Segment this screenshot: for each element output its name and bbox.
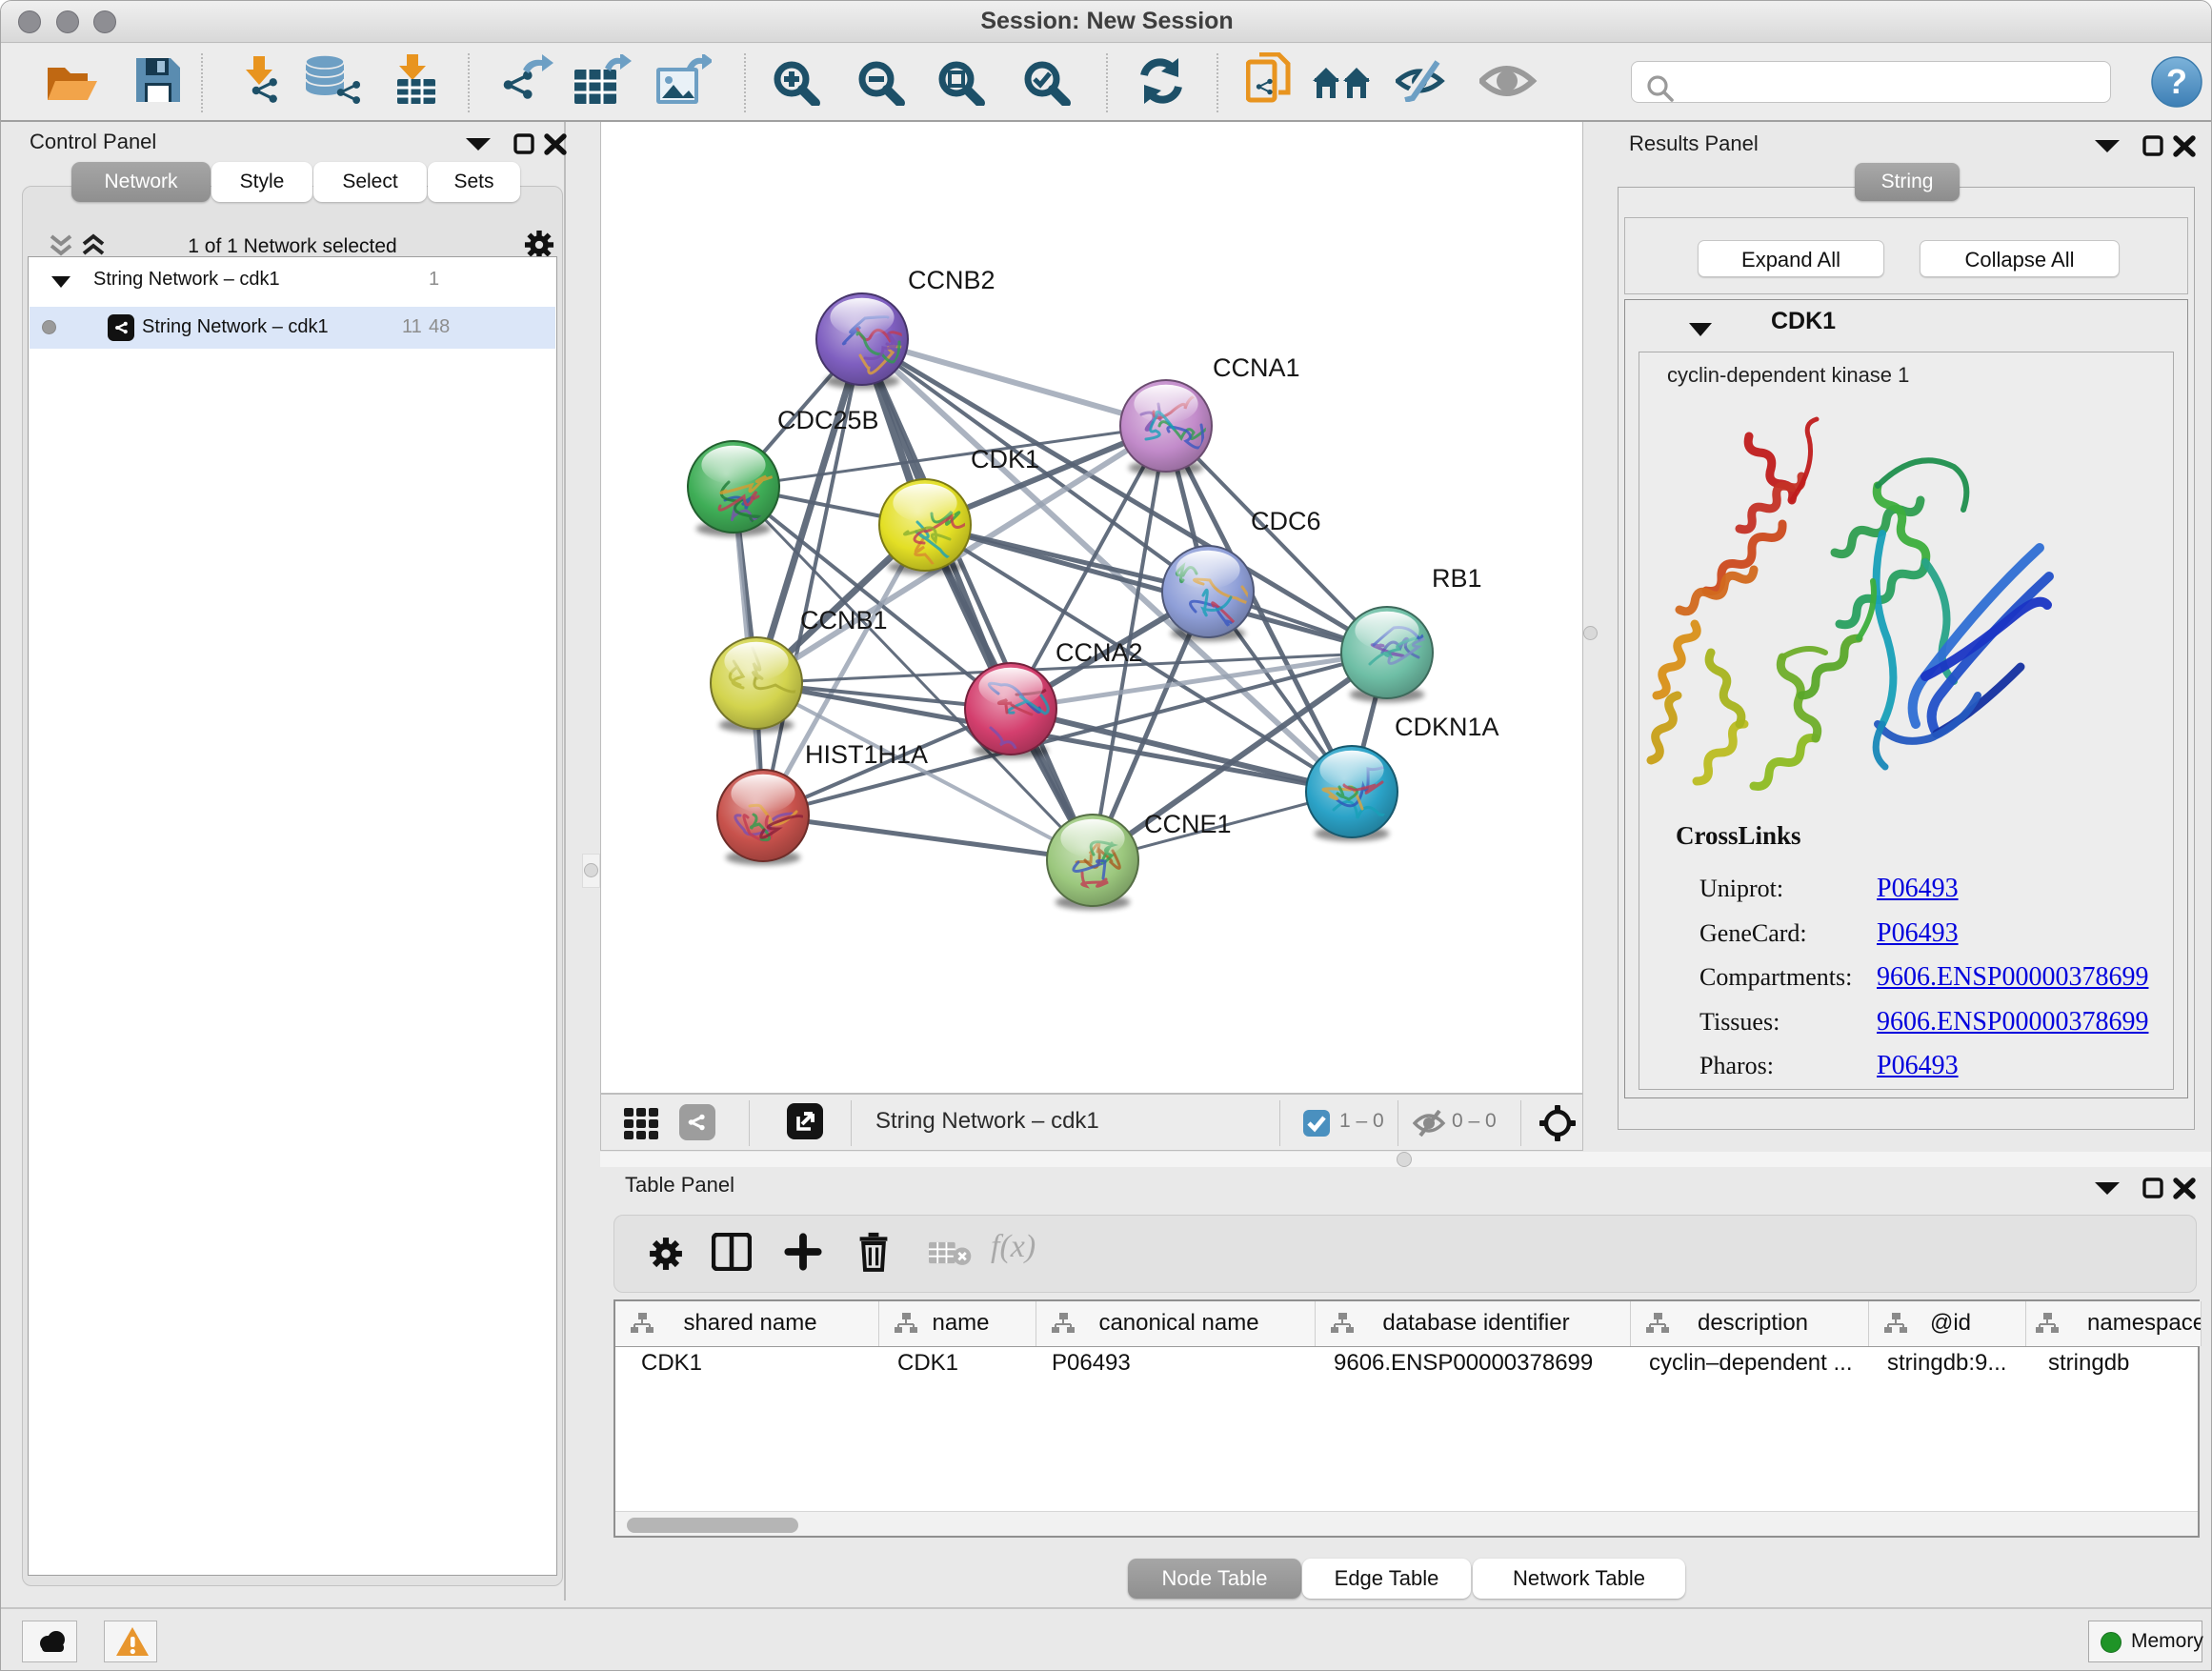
svg-text:CDK1: CDK1 <box>971 445 1039 473</box>
svg-text:CCNE1: CCNE1 <box>1144 810 1232 838</box>
svg-text:CCNA2: CCNA2 <box>1056 638 1143 667</box>
svg-text:CCNB1: CCNB1 <box>800 606 888 634</box>
svg-text:?: ? <box>2166 62 2187 101</box>
svg-text:CCNA1: CCNA1 <box>1213 353 1300 382</box>
svg-text:HIST1H1A: HIST1H1A <box>805 740 928 769</box>
svg-text:CCNB2: CCNB2 <box>908 266 995 294</box>
svg-text:CDKN1A: CDKN1A <box>1395 713 1499 741</box>
svg-text:CDC6: CDC6 <box>1251 507 1321 535</box>
svg-text:RB1: RB1 <box>1432 564 1482 593</box>
svg-text:CDC25B: CDC25B <box>777 406 879 434</box>
